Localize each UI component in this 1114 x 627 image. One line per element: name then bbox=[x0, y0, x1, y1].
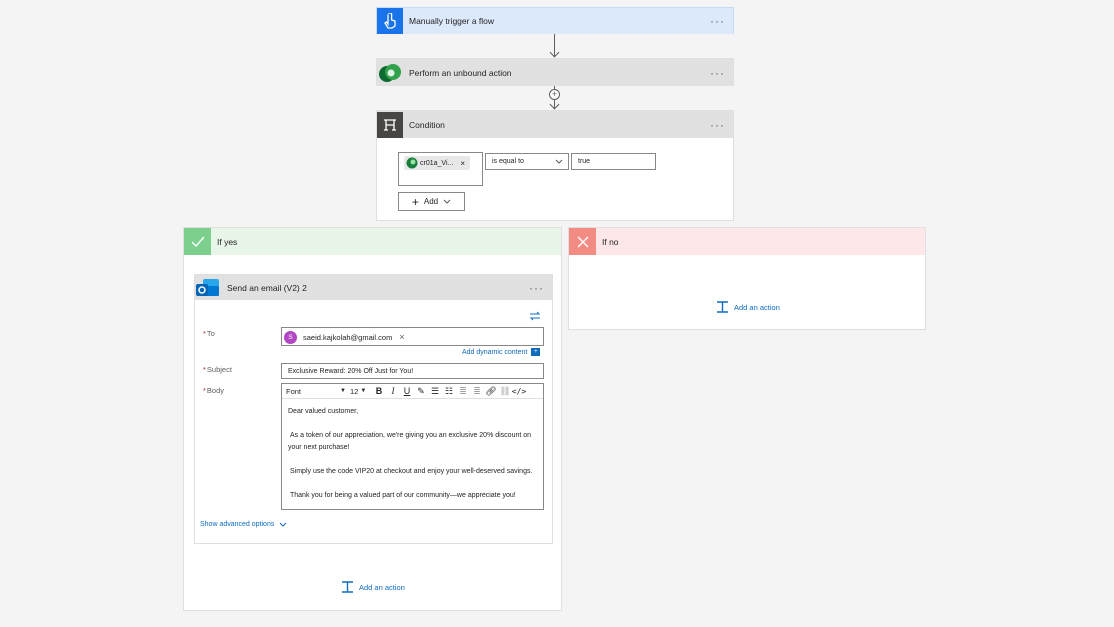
condition-icon bbox=[377, 111, 403, 138]
editor-toolbar: Font ▼ 12 ▼ B I U ✎ ☰ ☷ ≣ ≣ 🔗︎ ⛓︎ </> bbox=[282, 384, 543, 399]
more-options-icon[interactable]: ··· bbox=[529, 281, 544, 295]
trigger-title: Manually trigger a flow bbox=[409, 16, 495, 26]
body-line: Simply use the code VIP20 at checkout an… bbox=[290, 468, 533, 475]
trigger-header[interactable]: Manually trigger a flow ··· bbox=[377, 8, 733, 34]
add-action-icon bbox=[342, 581, 353, 593]
code-view-icon[interactable]: </> bbox=[512, 385, 526, 397]
add-dynamic-content-link[interactable]: Add dynamic content + bbox=[462, 348, 541, 356]
if-no-title: If no bbox=[602, 236, 619, 247]
more-options-icon[interactable]: ··· bbox=[710, 66, 725, 80]
if-yes-header[interactable]: If yes bbox=[184, 228, 561, 255]
recipient-chip[interactable]: S saeid.kajkolah@gmail.com × bbox=[284, 330, 405, 344]
condition-right-operand[interactable]: true bbox=[571, 153, 656, 170]
bold-icon[interactable]: B bbox=[372, 385, 386, 397]
send-email-header[interactable]: Send an email (V2) 2 ··· bbox=[195, 275, 552, 300]
insert-step-plus-icon[interactable]: + bbox=[549, 89, 560, 100]
unbound-action-header[interactable]: Perform an unbound action ··· bbox=[377, 59, 733, 86]
subject-label: *Subject bbox=[203, 365, 232, 374]
show-advanced-options-link[interactable]: Show advanced options bbox=[200, 521, 287, 528]
decrease-indent-icon[interactable]: ≣ bbox=[456, 385, 470, 397]
chevron-down-icon bbox=[279, 522, 287, 527]
dropdown-arrow-icon: ▼ bbox=[340, 388, 346, 394]
condition-title: Condition bbox=[409, 119, 445, 130]
condition-left-operand[interactable]: cr01a_Vi... × bbox=[398, 152, 483, 186]
dataverse-icon bbox=[406, 157, 418, 169]
italic-icon[interactable]: I bbox=[386, 385, 400, 397]
outlook-icon bbox=[195, 275, 221, 301]
send-email-card[interactable]: Send an email (V2) 2 ··· *To S saeid.kaj… bbox=[194, 274, 553, 544]
underline-icon[interactable]: U bbox=[400, 385, 414, 397]
more-options-icon[interactable]: ··· bbox=[710, 14, 725, 28]
add-action-icon bbox=[717, 301, 728, 313]
remove-token-icon[interactable]: × bbox=[460, 159, 465, 168]
add-label: Add bbox=[423, 197, 439, 206]
dynamic-token[interactable]: cr01a_Vi... × bbox=[404, 156, 471, 170]
remove-recipient-icon[interactable]: × bbox=[399, 332, 404, 342]
if-yes-title: If yes bbox=[217, 236, 238, 247]
trigger-card[interactable]: Manually trigger a flow ··· bbox=[376, 7, 734, 34]
bulleted-list-icon[interactable]: ☰ bbox=[428, 385, 442, 397]
subject-value: Exclusive Reward: 20% Off Just for You! bbox=[288, 367, 414, 375]
body-line: your next purchase! bbox=[288, 444, 350, 451]
to-label: *To bbox=[203, 329, 215, 338]
switch-arrows-icon[interactable] bbox=[529, 311, 541, 321]
more-options-icon[interactable]: ··· bbox=[710, 118, 725, 132]
operator-value: is equal to bbox=[492, 158, 524, 165]
body-editor[interactable]: Font ▼ 12 ▼ B I U ✎ ☰ ☷ ≣ ≣ 🔗︎ ⛓︎ </> De… bbox=[281, 383, 544, 510]
if-yes-branch: If yes Send an email (V2) 2 ··· *To S sa… bbox=[183, 227, 562, 611]
if-no-header[interactable]: If no bbox=[569, 228, 925, 255]
recipient-email: saeid.kajkolah@gmail.com bbox=[303, 332, 393, 342]
unbound-action-card[interactable]: Perform an unbound action ··· bbox=[376, 58, 734, 86]
unbound-action-title: Perform an unbound action bbox=[409, 67, 512, 78]
increase-indent-icon[interactable]: ≣ bbox=[470, 385, 484, 397]
token-label: cr01a_Vi... bbox=[420, 159, 454, 167]
body-line: Thank you for being a valued part of our… bbox=[290, 492, 516, 499]
numbered-list-icon[interactable]: ☷ bbox=[442, 385, 456, 397]
add-condition-button[interactable]: + Add bbox=[398, 192, 465, 211]
font-select[interactable]: Font ▼ bbox=[286, 387, 350, 396]
link-icon[interactable]: 🔗︎ bbox=[484, 385, 498, 397]
add-action-no[interactable]: Add an action bbox=[716, 301, 780, 313]
touch-hand-icon bbox=[377, 8, 403, 34]
condition-value: true bbox=[578, 158, 591, 165]
chevron-down-icon bbox=[443, 199, 451, 204]
dataverse-icon bbox=[377, 60, 403, 86]
avatar: S bbox=[284, 330, 297, 344]
body-line: As a token of our appreciation, we're gi… bbox=[290, 432, 532, 439]
checkmark-icon bbox=[184, 228, 211, 255]
body-label: *Body bbox=[203, 386, 225, 395]
body-content[interactable]: Dear valued customer, As a token of our … bbox=[288, 406, 537, 502]
to-field[interactable]: S saeid.kajkolah@gmail.com × bbox=[281, 327, 544, 346]
font-size-select[interactable]: 12 ▼ bbox=[350, 387, 372, 396]
send-email-title: Send an email (V2) 2 bbox=[227, 282, 307, 293]
plus-icon: + bbox=[411, 194, 419, 209]
arrow-down-icon bbox=[549, 99, 560, 110]
dropdown-arrow-icon: ▼ bbox=[360, 388, 367, 394]
condition-header[interactable]: Condition ··· bbox=[377, 111, 733, 138]
unlink-icon[interactable]: ⛓︎ bbox=[498, 385, 512, 397]
if-no-branch: If no Add an action bbox=[568, 227, 926, 330]
chevron-down-icon bbox=[555, 159, 563, 164]
operator-select[interactable]: is equal to bbox=[485, 153, 569, 170]
add-action-yes[interactable]: Add an action bbox=[341, 581, 405, 593]
subject-field[interactable]: Exclusive Reward: 20% Off Just for You! bbox=[281, 363, 544, 379]
arrow-down-icon bbox=[549, 47, 560, 58]
condition-card[interactable]: Condition ··· cr01a_Vi... × is equal to … bbox=[376, 110, 734, 221]
body-line: Dear valued customer, bbox=[288, 408, 359, 415]
highlight-pen-icon[interactable]: ✎ bbox=[414, 385, 428, 397]
close-icon bbox=[569, 228, 596, 255]
dynamic-content-icon: + bbox=[531, 348, 541, 356]
